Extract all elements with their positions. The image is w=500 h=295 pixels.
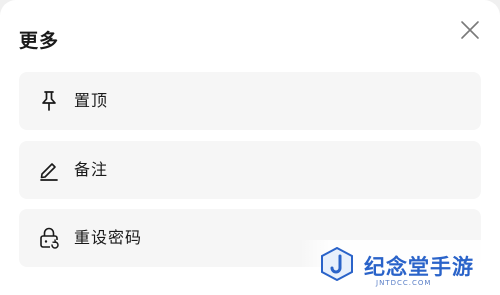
watermark-logo-icon bbox=[321, 247, 353, 281]
watermark: 纪念堂手游 JNTDCC.COM bbox=[300, 240, 500, 295]
menu-item-label: 重设密码 bbox=[74, 228, 143, 247]
menu-item-pin[interactable]: 置顶 bbox=[19, 72, 481, 130]
close-button[interactable] bbox=[458, 18, 482, 42]
lock-reset-icon bbox=[40, 227, 59, 249]
sheet-title: 更多 bbox=[19, 30, 60, 52]
pin-icon bbox=[42, 91, 56, 111]
menu-item-label: 置顶 bbox=[74, 91, 109, 110]
more-sheet: 更多 置顶 备注 重设密码 纪念堂手游 JNTDCC.COM bbox=[0, 0, 500, 295]
menu-item-label: 备注 bbox=[74, 160, 109, 179]
watermark-subtext: JNTDCC.COM bbox=[376, 279, 432, 287]
edit-icon bbox=[40, 163, 58, 181]
watermark-text: 纪念堂手游 bbox=[364, 255, 474, 279]
close-icon bbox=[461, 21, 479, 39]
menu-item-remark[interactable]: 备注 bbox=[19, 141, 481, 199]
